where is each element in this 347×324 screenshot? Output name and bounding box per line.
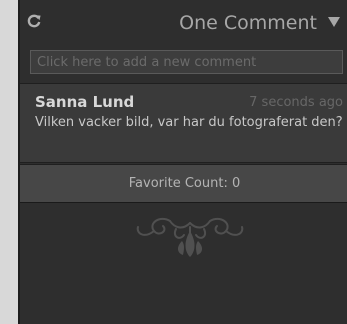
header-title: One Comment <box>179 12 317 34</box>
add-comment-input[interactable] <box>30 50 343 74</box>
comments-panel: One Comment Sanna Lund 7 seconds ago Vil… <box>18 0 347 324</box>
comment-author: Sanna Lund <box>35 93 135 111</box>
triangle-down-icon[interactable] <box>327 16 341 28</box>
panel-header: One Comment <box>20 9 347 39</box>
comment-item: Sanna Lund 7 seconds ago Vilken vacker b… <box>20 83 347 163</box>
decorative-ornament-icon <box>136 217 244 257</box>
comment-timestamp: 7 seconds ago <box>249 95 343 110</box>
favorite-count[interactable]: Favorite Count: 0 <box>20 164 347 203</box>
refresh-icon[interactable] <box>26 13 42 29</box>
comment-text: Vilken vacker bild, var har du fotografe… <box>35 115 343 130</box>
